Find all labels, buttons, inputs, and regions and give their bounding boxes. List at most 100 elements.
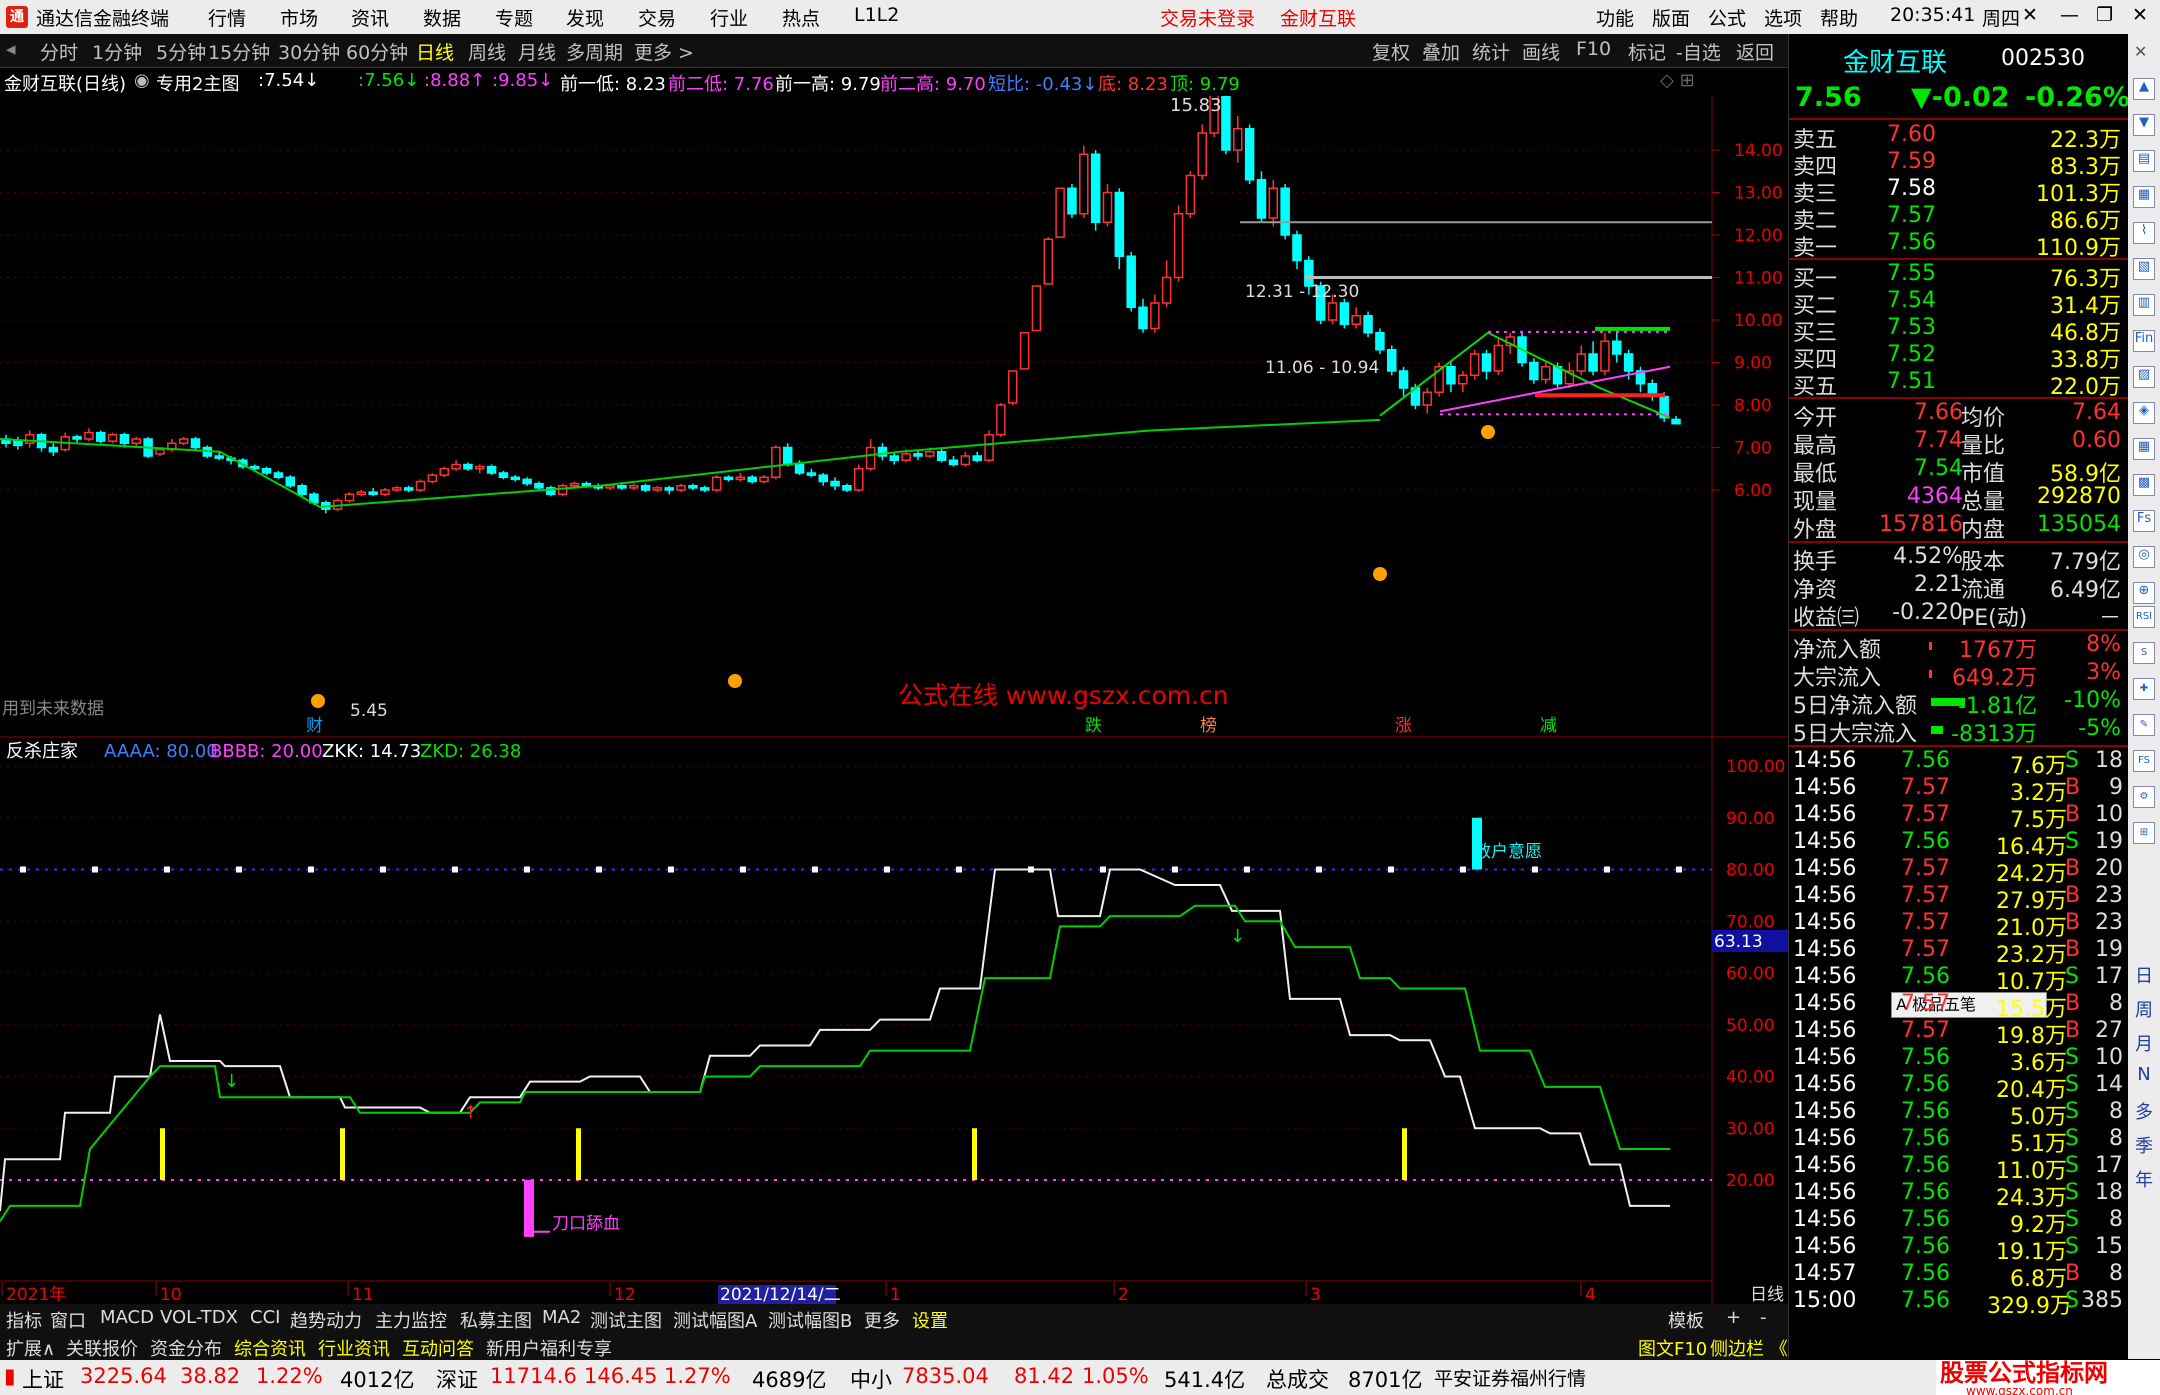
tab-sidebar[interactable]: 侧边栏 《 (1710, 1335, 1788, 1361)
action-draw[interactable]: 画线 (1522, 38, 1560, 65)
tab-expand[interactable]: 扩展∧ (6, 1335, 55, 1361)
side-tool-icon[interactable]: ▩ (2133, 474, 2155, 496)
main-formula-name[interactable]: 专用2主图 (156, 70, 239, 96)
period-monthly[interactable]: 月线 (518, 38, 556, 65)
period-daily[interactable]: 日线 (416, 38, 454, 65)
tab-window[interactable]: 窗口 (50, 1307, 86, 1333)
side-tool-icon[interactable]: ▦ (2133, 186, 2155, 208)
tab-trend[interactable]: 趋势动力 (290, 1307, 362, 1333)
tab-test-a[interactable]: 测试幅图A (673, 1307, 757, 1333)
tab-qa[interactable]: 互动问答 (402, 1335, 474, 1361)
tab-f10[interactable]: 图文F10 (1638, 1335, 1707, 1361)
period-more[interactable]: 更多 > (634, 38, 694, 65)
period-15min[interactable]: 15分钟 (208, 38, 270, 65)
menu-industry[interactable]: 行业 (710, 4, 748, 31)
side-tool-icon[interactable]: ✚ (2133, 678, 2155, 700)
side-period-button[interactable]: N (2128, 1064, 2160, 1085)
action-watchlist[interactable]: -自选 (1676, 38, 1721, 65)
sh-index-name[interactable]: 上证 (22, 1364, 64, 1394)
tab-cci[interactable]: CCI (250, 1307, 280, 1328)
action-stats[interactable]: 统计 (1472, 38, 1510, 65)
period-5min[interactable]: 5分钟 (156, 38, 206, 65)
menu-help[interactable]: 帮助 (1820, 4, 1858, 31)
period-30min[interactable]: 30分钟 (278, 38, 340, 65)
tab-vol[interactable]: VOL-TDX (160, 1307, 238, 1328)
tab-industry-news[interactable]: 行业资讯 (318, 1335, 390, 1361)
tab-general-news[interactable]: 综合资讯 (234, 1335, 306, 1361)
side-tool-icon[interactable]: S (2133, 642, 2155, 664)
tab-main-monitor[interactable]: 主力监控 (375, 1307, 447, 1333)
side-tool-icon[interactable]: ▨ (2133, 366, 2155, 388)
side-tool-icon[interactable]: ▥ (2133, 294, 2155, 316)
side-period-button[interactable]: 年 (2128, 1166, 2160, 1192)
side-tool-icon[interactable]: ▤ (2133, 150, 2155, 172)
period-multi[interactable]: 多周期 (566, 38, 623, 65)
side-period-button[interactable]: 日 (2128, 962, 2160, 988)
period-60min[interactable]: 60分钟 (346, 38, 408, 65)
collapse-right-icon[interactable]: ✕ (2134, 42, 2147, 61)
tab-indicator[interactable]: 指标 (6, 1307, 42, 1333)
tab-ma2[interactable]: MA2 (542, 1307, 581, 1328)
side-tool-icon[interactable]: Fs (2133, 510, 2155, 532)
zoom-out-button[interactable]: - (1760, 1307, 1767, 1328)
period-weekly[interactable]: 周线 (468, 38, 506, 65)
side-tool-icon[interactable]: ⌇ (2133, 222, 2155, 244)
minimize-icon[interactable]: — (2060, 4, 2079, 26)
side-tool-icon[interactable]: ▦ (2133, 438, 2155, 460)
menu-market[interactable]: 市场 (280, 4, 318, 31)
action-fuquan[interactable]: 复权 (1372, 38, 1410, 65)
chart-settings-icon[interactable]: ◇ ⊞ (1660, 70, 1695, 91)
side-tool-icon[interactable]: ◈ (2133, 402, 2155, 424)
trade-login-status[interactable]: 交易未登录 (1160, 4, 1255, 31)
tab-private[interactable]: 私募主图 (460, 1307, 532, 1333)
side-tool-icon[interactable]: ⊞ (2133, 822, 2155, 844)
close-small-icon[interactable]: ✕ (2022, 4, 2038, 26)
formula-dropdown-icon[interactable]: ◉ (134, 70, 150, 91)
side-tool-icon[interactable]: FS (2133, 750, 2155, 772)
close-icon[interactable]: ✕ (2132, 4, 2148, 26)
tab-related-quote[interactable]: 关联报价 (66, 1335, 138, 1361)
side-tool-icon[interactable]: ◎ (2133, 546, 2155, 568)
tab-settings[interactable]: 设置 (912, 1307, 948, 1333)
action-f10[interactable]: F10 (1576, 38, 1611, 60)
menu-hot[interactable]: 热点 (782, 4, 820, 31)
sme-index-name[interactable]: 中小 (850, 1364, 892, 1394)
menu-l1l2[interactable]: L1L2 (854, 4, 899, 26)
side-period-button[interactable]: 季 (2128, 1132, 2160, 1158)
menu-topic[interactable]: 专题 (495, 4, 533, 31)
menu-data[interactable]: 数据 (423, 4, 461, 31)
action-overlay[interactable]: 叠加 (1422, 38, 1460, 65)
tab-new-user[interactable]: 新用户福利专享 (486, 1335, 612, 1361)
side-tool-icon[interactable]: Fin (2133, 330, 2155, 352)
menu-layout[interactable]: 版面 (1652, 4, 1690, 31)
side-tool-icon[interactable]: ✎ (2133, 714, 2155, 736)
menu-discover[interactable]: 发现 (566, 4, 604, 31)
menu-options[interactable]: 选项 (1764, 4, 1802, 31)
sz-index-name[interactable]: 深证 (436, 1364, 478, 1394)
action-mark[interactable]: 标记 (1628, 38, 1666, 65)
period-1min[interactable]: 1分钟 (92, 38, 142, 65)
collapse-icon[interactable]: ◂ (6, 38, 16, 60)
side-tool-icon[interactable]: ⊕ (2133, 582, 2155, 604)
tab-macd[interactable]: MACD (100, 1307, 154, 1328)
side-tool-icon[interactable]: RSI (2133, 606, 2155, 628)
tab-fund-dist[interactable]: 资金分布 (150, 1335, 222, 1361)
zoom-in-button[interactable]: + (1726, 1307, 1741, 1328)
side-tool-icon[interactable]: ▼ (2133, 114, 2155, 136)
side-period-button[interactable]: 月 (2128, 1030, 2160, 1056)
tab-test-main[interactable]: 测试主图 (590, 1307, 662, 1333)
tab-test-b[interactable]: 测试幅图B (768, 1307, 852, 1333)
side-tool-icon[interactable]: ▲ (2133, 78, 2155, 100)
action-back[interactable]: 返回 (1736, 38, 1774, 65)
menu-formula[interactable]: 公式 (1708, 4, 1746, 31)
side-tool-icon[interactable]: ▧ (2133, 258, 2155, 280)
tab-more[interactable]: 更多 (864, 1307, 900, 1333)
menu-function[interactable]: 功能 (1596, 4, 1634, 31)
restore-icon[interactable]: ❐ (2096, 4, 2113, 26)
period-fenshi[interactable]: 分时 (40, 38, 78, 65)
tab-template[interactable]: 模板 (1668, 1307, 1704, 1333)
menu-trade[interactable]: 交易 (638, 4, 676, 31)
side-period-button[interactable]: 多 (2128, 1098, 2160, 1124)
menu-news[interactable]: 资讯 (351, 4, 389, 31)
menu-hq[interactable]: 行情 (208, 4, 246, 31)
